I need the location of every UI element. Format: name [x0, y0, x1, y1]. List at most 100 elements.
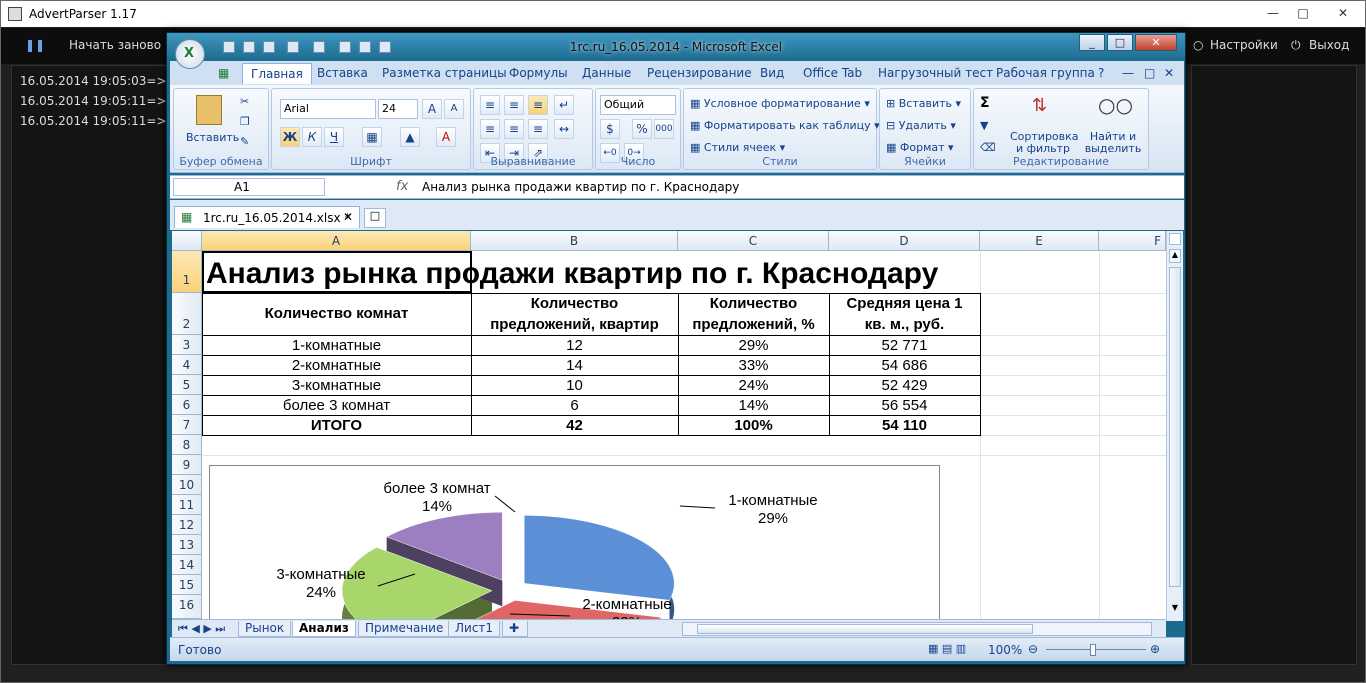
align-center-icon[interactable]: ≡ — [504, 119, 524, 139]
document-tab[interactable]: ▦ 1rc.ru_16.05.2014.xlsx * ✕ — [174, 206, 360, 228]
sheet-nav-icons[interactable]: ⏮ ◀ ▶ ⏭ — [178, 622, 225, 636]
sheet-tab[interactable]: Лист1 — [448, 621, 501, 637]
cell-price[interactable]: 54 686 — [829, 357, 980, 374]
row-header[interactable]: 2 — [172, 293, 202, 335]
new-tab-icon[interactable]: □ — [364, 208, 386, 228]
minimize-icon[interactable]: — — [1259, 4, 1287, 22]
clear-icon[interactable]: ⌫ — [980, 141, 996, 154]
close-icon[interactable]: ✕ — [1325, 4, 1361, 22]
cell-count[interactable]: 6 — [471, 397, 678, 414]
tab-page-layout[interactable]: Разметка страницы — [382, 66, 507, 80]
row-header[interactable]: 6 — [172, 395, 202, 415]
cell-rooms[interactable]: 3-комнатные — [202, 377, 471, 394]
close-tab-icon[interactable]: ✕ — [343, 210, 353, 224]
tab-insert[interactable]: Вставка — [317, 66, 368, 80]
tab-team[interactable]: Рабочая группа — [996, 66, 1095, 80]
column-header-b[interactable]: B — [471, 231, 678, 251]
delete-cells-button[interactable]: ⊟ Удалить ▾ — [886, 119, 956, 132]
sort-filter-button[interactable]: Сортировка и фильтр — [1010, 131, 1079, 155]
percent-button[interactable]: % — [632, 119, 652, 139]
scroll-down-icon[interactable]: ▼ — [1169, 603, 1181, 617]
row-header[interactable]: 11 — [172, 495, 202, 515]
cell-count[interactable]: 14 — [471, 357, 678, 374]
align-right-icon[interactable]: ≡ — [528, 119, 548, 139]
restart-button[interactable]: Начать заново — [69, 38, 161, 52]
format-painter-icon[interactable]: ✎ — [240, 135, 249, 148]
row-header[interactable]: 12 — [172, 515, 202, 535]
tab-review[interactable]: Рецензирование — [647, 66, 752, 80]
zoom-in-icon[interactable]: ⊕ — [1150, 642, 1160, 656]
row-header[interactable]: 13 — [172, 535, 202, 555]
font-size-select[interactable]: 24 — [378, 99, 418, 119]
power-icon[interactable]: ⏻ — [1291, 38, 1301, 53]
number-format-select[interactable]: Общий — [600, 95, 676, 115]
office-button[interactable]: X — [175, 39, 205, 69]
help-icon[interactable]: ? — [1098, 66, 1104, 80]
settings-icon[interactable]: ○ — [1193, 38, 1203, 52]
cut-icon[interactable]: ✂ — [240, 95, 249, 108]
column-header-c[interactable]: C — [678, 231, 829, 251]
row-header[interactable]: 10 — [172, 475, 202, 495]
fx-icon[interactable]: fx — [396, 179, 408, 194]
cell-price[interactable]: 52 429 — [829, 377, 980, 394]
align-left-icon[interactable]: ≡ — [480, 119, 500, 139]
zoom-slider[interactable] — [1046, 649, 1146, 650]
worksheet[interactable]: A B C D E F 1 2 3 4 5 6 7 8 9 10 11 12 1… — [172, 231, 1166, 619]
underline-button[interactable]: Ч — [324, 127, 344, 147]
row-header[interactable]: 9 — [172, 455, 202, 475]
sheet-tab-active[interactable]: Анализ — [292, 621, 356, 637]
tab-home[interactable]: Главная — [242, 63, 312, 84]
cell-rooms[interactable]: более 3 комнат — [202, 397, 471, 414]
cell-rooms[interactable]: 2-комнатные — [202, 357, 471, 374]
shrink-font-icon[interactable]: A — [444, 99, 464, 119]
column-header-a[interactable]: A — [202, 231, 471, 251]
split-box-icon[interactable] — [1169, 233, 1181, 245]
cell-total-label[interactable]: ИТОГО — [202, 417, 471, 434]
tab-view[interactable]: Вид — [760, 66, 784, 80]
cell-price[interactable]: 56 554 — [829, 397, 980, 414]
sheet-tab[interactable]: Примечание — [358, 621, 451, 637]
cell-pct[interactable]: 29% — [678, 337, 829, 354]
tab-load-test[interactable]: Нагрузочный тест — [878, 66, 993, 80]
cell-total-price[interactable]: 54 110 — [829, 417, 980, 434]
row-header[interactable]: 15 — [172, 575, 202, 595]
wrap-text-icon[interactable]: ↵ — [554, 95, 574, 115]
column-header-f[interactable]: F — [1099, 231, 1166, 251]
cell-styles-button[interactable]: ▦ Стили ячеек ▾ — [690, 141, 785, 154]
thousands-button[interactable]: 000 — [654, 119, 674, 139]
sort-filter-icon[interactable]: ⇅ — [1032, 95, 1047, 116]
column-header-e[interactable]: E — [980, 231, 1099, 251]
grow-font-icon[interactable]: A — [422, 99, 442, 119]
name-box[interactable]: A1 — [173, 178, 325, 196]
find-select-button[interactable]: Найти и выделить — [1080, 131, 1146, 155]
row-header[interactable]: 4 — [172, 355, 202, 375]
maximize-icon[interactable]: □ — [1289, 4, 1317, 22]
format-as-table-button[interactable]: ▦ Форматировать как таблицу ▾ — [690, 119, 880, 132]
exit-button[interactable]: Выход — [1309, 38, 1349, 52]
cell-total-count[interactable]: 42 — [471, 417, 678, 434]
fill-color-icon[interactable]: ▲ — [400, 127, 420, 147]
tab-formulas[interactable]: Формулы — [509, 66, 568, 80]
scroll-up-icon[interactable]: ▲ — [1169, 249, 1181, 263]
column-header-d[interactable]: D — [829, 231, 980, 251]
row-header[interactable]: 1 — [172, 251, 202, 293]
ribbon-restore-icon[interactable]: □ — [1144, 66, 1155, 80]
cell-pct[interactable]: 24% — [678, 377, 829, 394]
font-name-select[interactable]: Arial — [280, 99, 376, 119]
vertical-scrollbar[interactable]: ▲ ▼ — [1166, 231, 1183, 621]
cell-pct[interactable]: 33% — [678, 357, 829, 374]
pie-slice-0[interactable] — [523, 515, 675, 601]
ribbon-minimize-icon[interactable]: — — [1122, 66, 1134, 80]
zoom-out-icon[interactable]: ⊖ — [1028, 642, 1038, 656]
copy-icon[interactable]: ❐ — [240, 115, 250, 128]
cell-price[interactable]: 52 771 — [829, 337, 980, 354]
zoom-slider-thumb[interactable] — [1090, 644, 1096, 656]
font-color-icon[interactable]: A — [436, 127, 456, 147]
horizontal-scroll-thumb[interactable] — [697, 624, 1033, 634]
fill-icon[interactable]: ▼ — [980, 119, 988, 132]
view-mode-icons[interactable]: ▦ ▤ ▥ — [928, 642, 982, 658]
cell-count[interactable]: 12 — [471, 337, 678, 354]
tab-data[interactable]: Данные — [582, 66, 631, 80]
formula-input[interactable]: Анализ рынка продажи квартир по г. Красн… — [422, 180, 739, 194]
italic-button[interactable]: К — [302, 127, 322, 147]
